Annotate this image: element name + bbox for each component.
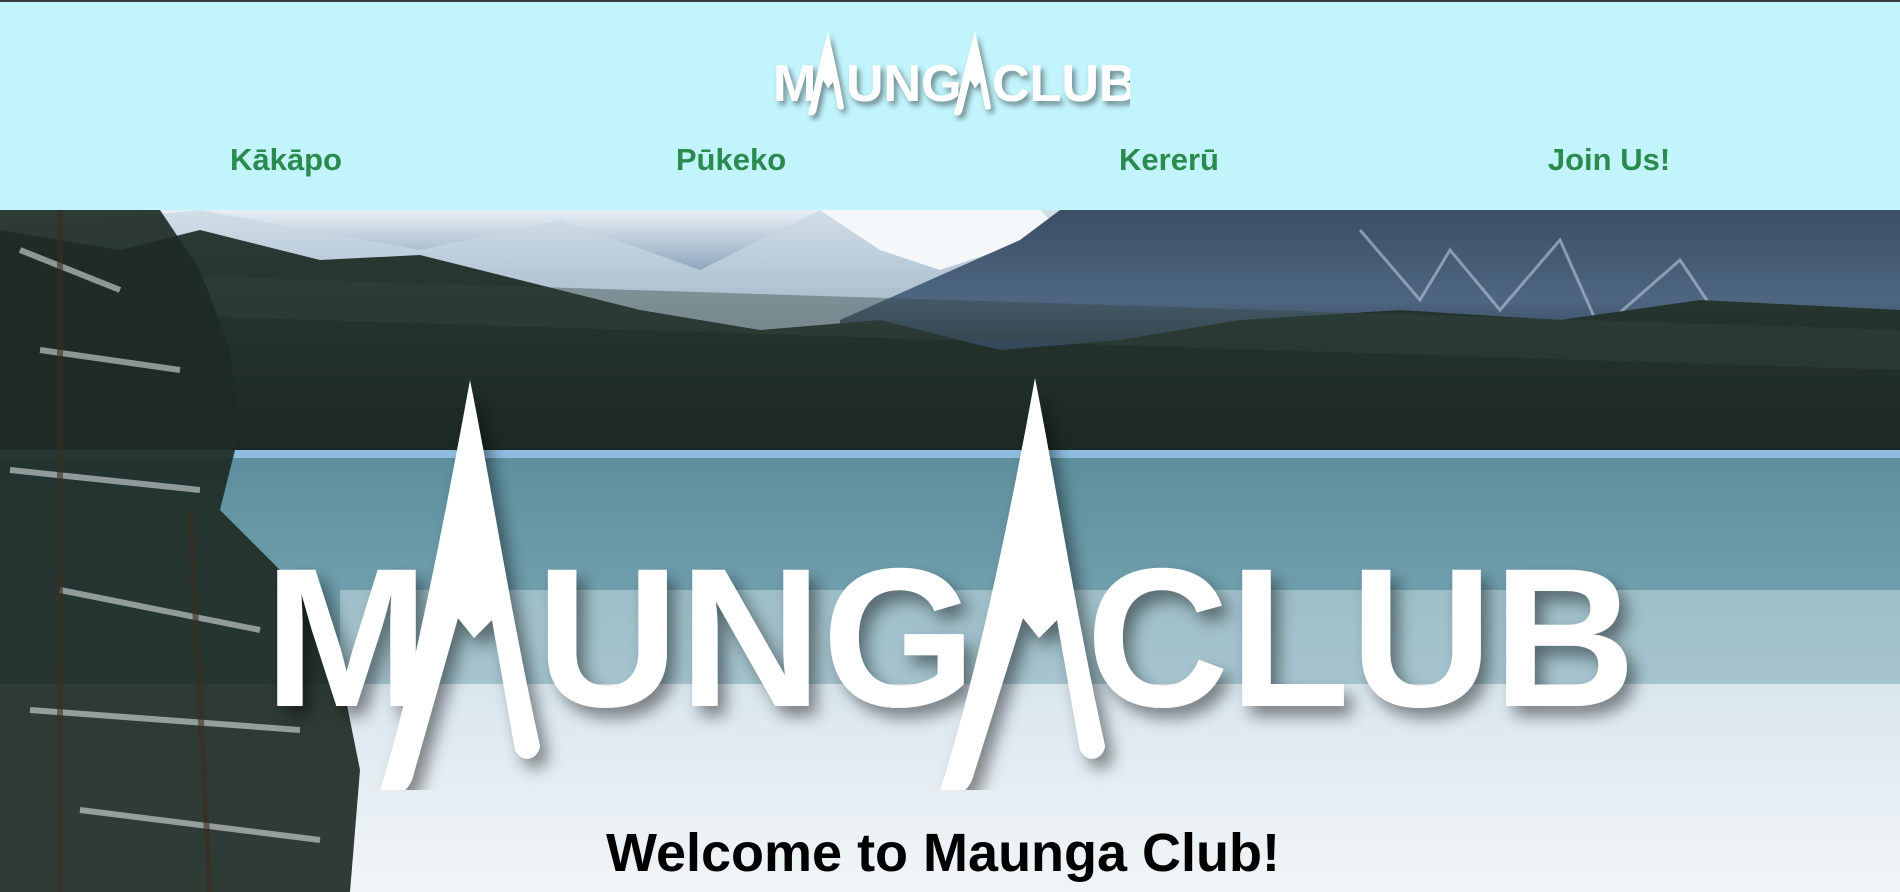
site-logo[interactable]: M UNG CLUB	[770, 22, 1130, 122]
logo-letters-ung: UNG	[846, 55, 962, 113]
logo-letters-club: CLUB	[992, 55, 1130, 113]
nav-link-kakapo[interactable]: Kākāpo	[230, 142, 342, 178]
logo-letter-m: M	[773, 55, 816, 113]
nav-link-join-us[interactable]: Join Us!	[1548, 142, 1670, 178]
hero-logo-letters-ung: UNG	[536, 527, 976, 748]
hero-logo-letters-club: CLUB	[1086, 527, 1636, 748]
hero-section: M UNG CLUB Welcome to Maunga Club!	[0, 210, 1900, 892]
nav-link-kereru[interactable]: Kererū	[1119, 142, 1219, 178]
site-header: M UNG CLUB Kākāpo Pūkeko Kererū Join Us!	[0, 2, 1900, 210]
main-nav: Kākāpo Pūkeko Kererū Join Us!	[0, 142, 1900, 182]
nav-link-pukeko[interactable]: Pūkeko	[676, 142, 786, 178]
page-title: Welcome to Maunga Club!	[605, 823, 1281, 883]
hero-logo: M UNG CLUB	[264, 378, 1636, 790]
